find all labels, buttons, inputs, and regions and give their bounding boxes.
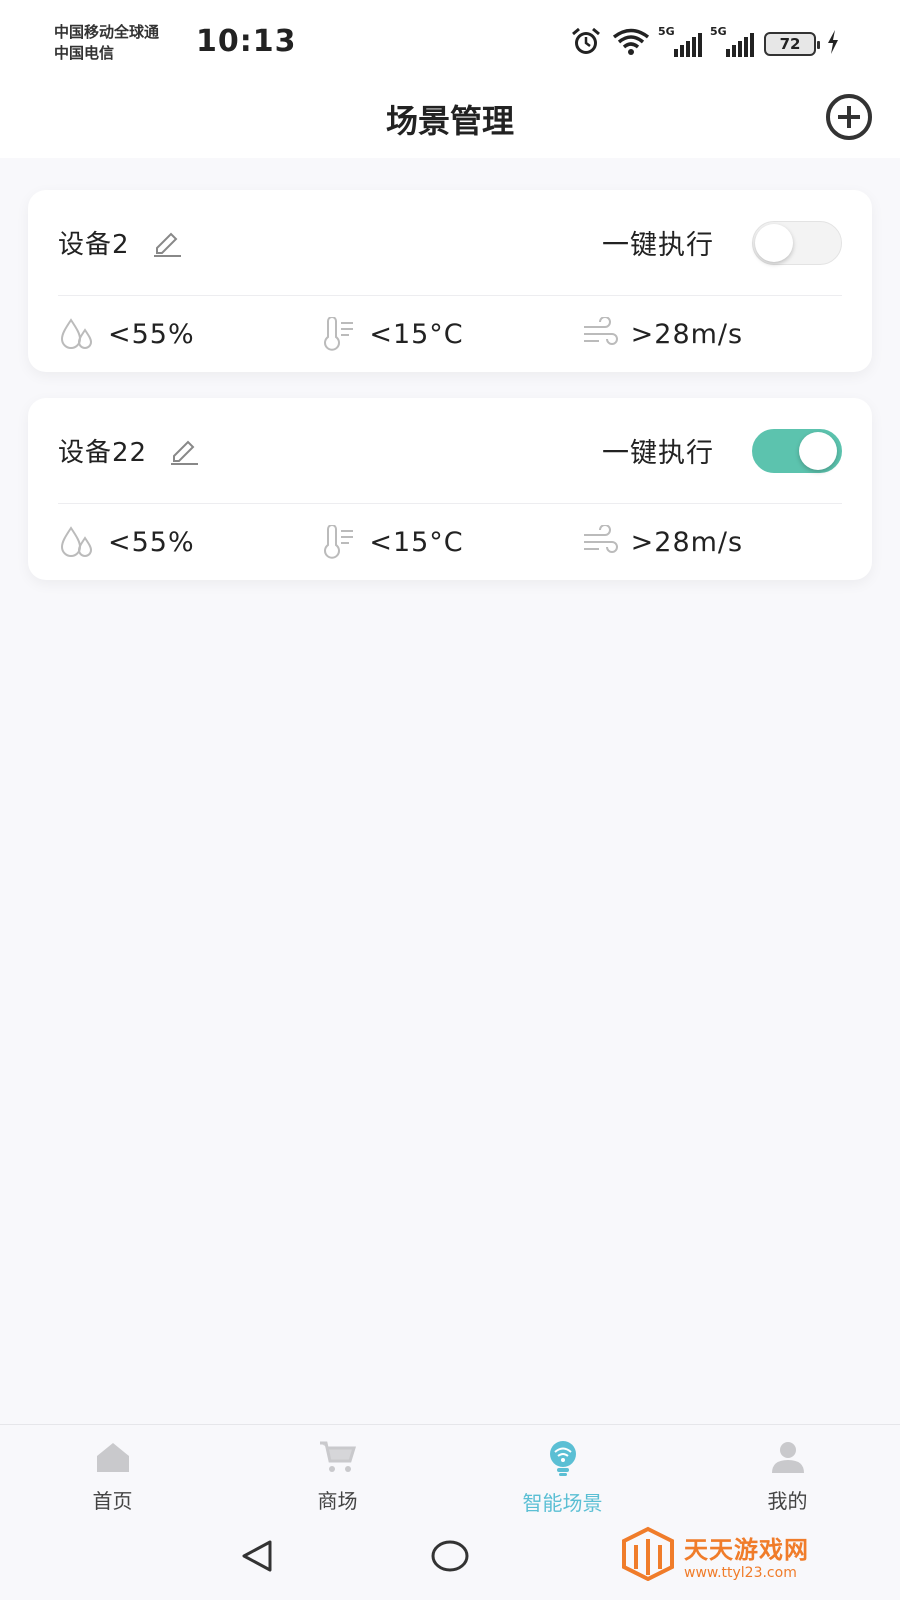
humidity-condition: <55% xyxy=(58,523,319,561)
signal-icon: 5G xyxy=(710,25,754,57)
nav-label: 智能场景 xyxy=(522,1491,603,1515)
page-header: 场景管理 xyxy=(0,86,900,158)
charging-icon xyxy=(826,29,840,59)
edit-button[interactable] xyxy=(150,226,184,260)
add-scene-button[interactable] xyxy=(824,94,874,144)
nav-item-mine[interactable]: 我的 xyxy=(675,1425,900,1514)
thermometer-icon xyxy=(319,315,357,353)
scene-name: 设备2 xyxy=(58,230,130,260)
wifi-icon xyxy=(612,28,650,60)
carrier-1: 中国移动全球通 xyxy=(54,23,160,41)
wind-value: >28m/s xyxy=(630,318,744,350)
battery-icon: 72 xyxy=(764,32,820,56)
signal-2-tag: 5G xyxy=(710,25,727,38)
signal-icon: 5G xyxy=(658,25,702,57)
toggle-knob xyxy=(799,431,837,470)
execute-label: 一键执行 xyxy=(602,230,714,261)
status-icons: 5G 5G 72 xyxy=(570,25,840,62)
humidity-icon xyxy=(58,523,96,561)
smart-scene-icon xyxy=(543,1439,583,1481)
temperature-value: <15°C xyxy=(369,318,464,350)
wind-icon xyxy=(581,315,619,353)
toggle-knob xyxy=(755,223,793,262)
watermark: 天天游戏网 www.ttyl23.com xyxy=(620,1520,890,1590)
temperature-value: <15°C xyxy=(369,526,464,558)
pencil-icon xyxy=(171,440,199,465)
nav-item-home[interactable]: 首页 xyxy=(0,1425,225,1514)
pencil-icon xyxy=(153,232,181,257)
humidity-condition: <55% xyxy=(58,315,319,353)
status-bar: 中国移动全球通 中国电信 10:13 5G 5G 72 xyxy=(0,0,900,86)
wind-condition: >28m/s xyxy=(581,315,842,353)
cart-icon xyxy=(318,1439,358,1479)
back-icon[interactable] xyxy=(238,1536,278,1576)
thermometer-icon xyxy=(319,523,357,561)
scene-conditions: <55% <15°C >28m/s xyxy=(28,504,872,580)
user-icon xyxy=(768,1439,808,1479)
watermark-text: 天天游戏网 www.ttyl23.com xyxy=(684,1530,809,1581)
signal-1-tag: 5G xyxy=(658,25,675,38)
watermark-logo-icon xyxy=(620,1525,676,1585)
carrier-info: 中国移动全球通 中国电信 xyxy=(54,22,159,64)
status-clock: 10:13 xyxy=(196,24,297,59)
scene-card-header: 设备22 一键执行 xyxy=(58,398,842,504)
scene-card-header: 设备2 一键执行 xyxy=(58,190,842,296)
humidity-icon xyxy=(58,315,96,353)
nav-item-smart-scene[interactable]: 智能场景 xyxy=(450,1425,675,1515)
watermark-title: 天天游戏网 xyxy=(684,1535,809,1564)
nav-item-mall[interactable]: 商场 xyxy=(225,1425,450,1514)
home-circle-icon[interactable] xyxy=(428,1536,472,1576)
execute-label: 一键执行 xyxy=(602,438,714,469)
bottom-nav: 首页 商场 智能场景 我的 xyxy=(0,1424,900,1515)
nav-label: 商场 xyxy=(317,1489,358,1513)
carrier-2: 中国电信 xyxy=(54,44,115,62)
scene-name: 设备22 xyxy=(58,438,148,468)
nav-label: 我的 xyxy=(767,1489,808,1513)
wind-icon xyxy=(581,523,619,561)
temperature-condition: <15°C xyxy=(319,523,580,561)
wind-value: >28m/s xyxy=(630,526,744,558)
execute-toggle[interactable] xyxy=(752,220,842,265)
scene-card: 设备22 一键执行 <55% <15°C >28m/s xyxy=(28,398,872,580)
home-icon xyxy=(93,1439,133,1479)
temperature-condition: <15°C xyxy=(319,315,580,353)
scene-card: 设备2 一键执行 <55% <15°C >28m/s xyxy=(28,190,872,372)
execute-toggle[interactable] xyxy=(752,428,842,473)
nav-label: 首页 xyxy=(92,1489,133,1513)
page-title: 场景管理 xyxy=(385,102,514,140)
battery-level: 72 xyxy=(779,35,801,53)
scene-conditions: <55% <15°C >28m/s xyxy=(28,296,872,372)
watermark-url: www.ttyl23.com xyxy=(684,1564,797,1581)
edit-button[interactable] xyxy=(167,434,201,468)
humidity-value: <55% xyxy=(108,526,195,558)
humidity-value: <55% xyxy=(108,318,195,350)
plus-circle-icon xyxy=(825,93,873,145)
wind-condition: >28m/s xyxy=(581,523,842,561)
alarm-icon xyxy=(570,27,602,61)
